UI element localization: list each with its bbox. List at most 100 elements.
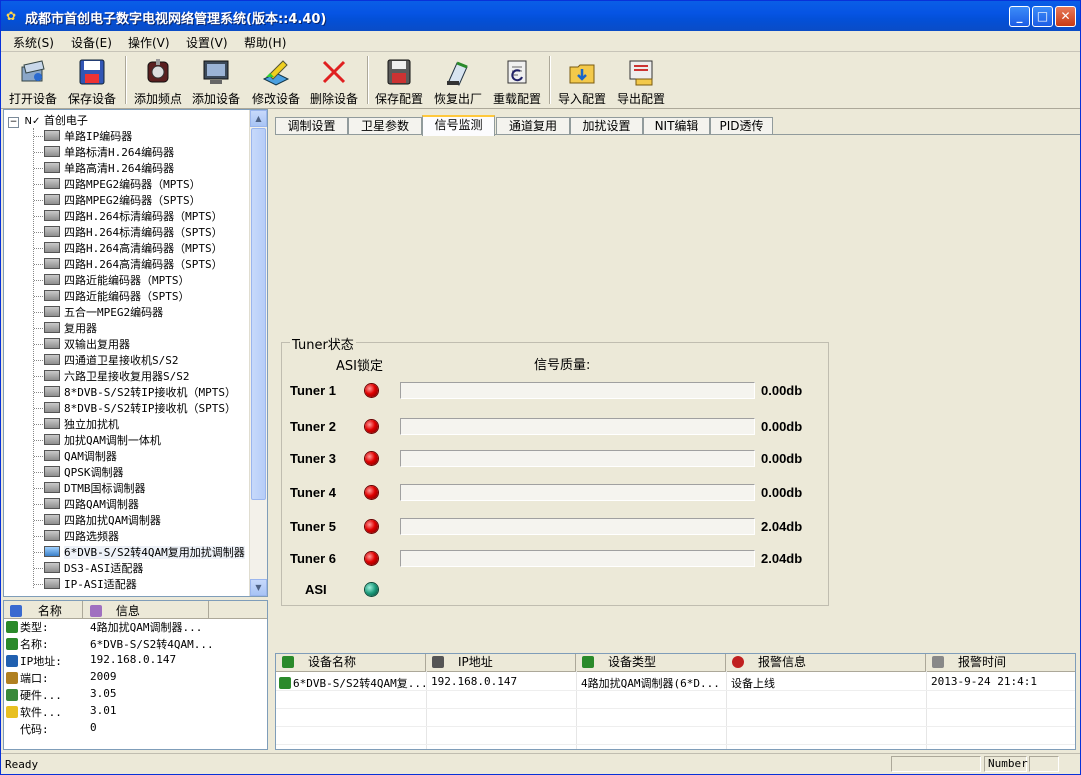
device-icon bbox=[44, 130, 60, 141]
alarm-col-ip[interactable]: IP地址 bbox=[426, 654, 576, 671]
alarm-row[interactable]: 6*DVB-S/S2转4QAM复... 192.168.0.147 4路加扰QA… bbox=[276, 673, 1075, 691]
tree-item[interactable]: QPSK调制器 bbox=[44, 464, 124, 480]
tree-item[interactable]: 四路近能编码器（SPTS） bbox=[44, 288, 190, 304]
device-icon bbox=[44, 482, 60, 493]
alarm-col-device-type[interactable]: 设备类型 bbox=[576, 654, 726, 671]
asi-lock-header: ASI锁定 bbox=[336, 359, 383, 374]
tree-item-label: 四路H.264标清编码器（SPTS） bbox=[64, 226, 223, 239]
tree-item[interactable]: 单路高清H.264编码器 bbox=[44, 160, 174, 176]
tree-item[interactable]: 四路H.264标清编码器（MPTS） bbox=[44, 208, 223, 224]
alarm-col-alarm-info[interactable]: 报警信息 bbox=[726, 654, 926, 671]
menu-device[interactable]: 设备(E) bbox=[71, 34, 112, 51]
tree-item[interactable]: 8*DVB-S/S2转IP接收机（SPTS） bbox=[44, 400, 236, 416]
tree-item[interactable]: 单路标清H.264编码器 bbox=[44, 144, 174, 160]
signal-db-value: 0.00db bbox=[761, 451, 803, 466]
edit-device-button[interactable]: 修改设备 bbox=[247, 54, 305, 106]
info-key: 类型: bbox=[20, 621, 49, 634]
tuner-lock-led bbox=[365, 420, 378, 433]
tree-item[interactable]: 独立加扰机 bbox=[44, 416, 119, 432]
save-device-button[interactable]: 保存设备 bbox=[63, 54, 121, 106]
reload-config-button[interactable]: 重载配置 bbox=[488, 54, 546, 106]
tuner-lock-led bbox=[365, 452, 378, 465]
menu-bar: 系统(S) 设备(E) 操作(V) 设置(V) 帮助(H) bbox=[1, 31, 1080, 52]
add-device-button[interactable]: 添加设备 bbox=[187, 54, 245, 106]
tab-modulation-settings[interactable]: 调制设置 bbox=[275, 117, 348, 135]
tree-connector bbox=[34, 440, 43, 442]
tree-item[interactable]: 加扰QAM调制一体机 bbox=[44, 432, 161, 448]
info-col-info[interactable]: 信息 bbox=[90, 602, 140, 619]
tree-item[interactable]: 四路H.264高清编码器（MPTS） bbox=[44, 240, 223, 256]
open-device-button[interactable]: 打开设备 bbox=[4, 54, 62, 106]
tree-item[interactable]: 四路MPEG2编码器（SPTS） bbox=[44, 192, 201, 208]
info-row-icon bbox=[6, 689, 18, 701]
tree-item[interactable]: 双输出复用器 bbox=[44, 336, 130, 352]
tree-item[interactable]: 四路MPEG2编码器（MPTS） bbox=[44, 176, 201, 192]
add-frequency-button[interactable]: 添加频点 bbox=[129, 54, 187, 106]
tab-scramble-settings[interactable]: 加扰设置 bbox=[570, 117, 643, 135]
device-tree[interactable]: − N✓ 首创电子 单路IP编码器 单路标清H.264编码器 单路高清H.264编码… bbox=[3, 109, 268, 597]
tree-item[interactable]: 四路加扰QAM调制器 bbox=[44, 512, 161, 528]
menu-help[interactable]: 帮助(H) bbox=[244, 34, 286, 51]
info-row: 名称: 6*DVB-S/S2转4QAM... bbox=[6, 636, 264, 653]
tree-item[interactable]: 四路H.264高清编码器（SPTS） bbox=[44, 256, 223, 272]
device-icon bbox=[44, 546, 60, 557]
tree-item[interactable]: 复用器 bbox=[44, 320, 97, 336]
tree-item[interactable]: QAM调制器 bbox=[44, 448, 117, 464]
delete-device-button[interactable]: 删除设备 bbox=[305, 54, 363, 106]
tree-root[interactable]: − N✓ 首创电子 bbox=[8, 112, 88, 128]
tree-item[interactable]: 四通道卫星接收机S/S2 bbox=[44, 352, 179, 368]
tree-connector bbox=[34, 408, 43, 410]
tree-item[interactable]: 四路近能编码器（MPTS） bbox=[44, 272, 190, 288]
import-config-button[interactable]: 导入配置 bbox=[553, 54, 611, 106]
tree-item[interactable]: DS3-ASI适配器 bbox=[44, 560, 143, 576]
alarm-cell-device-type: 4路加扰QAM调制器(6*D... bbox=[581, 677, 720, 690]
alarm-list[interactable]: 设备名称 IP地址 设备类型 报警信息 报警时间 6*DVB-S/S2转4QAM… bbox=[275, 653, 1076, 750]
export-config-button[interactable]: 导出配置 bbox=[612, 54, 670, 106]
device-icon bbox=[44, 290, 60, 301]
scroll-down-button[interactable]: ▼ bbox=[250, 579, 267, 596]
scroll-thumb[interactable] bbox=[251, 128, 266, 500]
tab-signal-monitor[interactable]: 信号监测 bbox=[422, 115, 495, 136]
tab-nit-edit[interactable]: NIT编辑 bbox=[643, 117, 710, 135]
minimize-button[interactable]: _ bbox=[1009, 6, 1030, 27]
close-button[interactable]: ✕ bbox=[1055, 6, 1076, 27]
tree-connector bbox=[34, 216, 43, 218]
tree-connector bbox=[34, 536, 43, 538]
tab-satellite-params[interactable]: 卫星参数 bbox=[348, 117, 422, 135]
tree-item[interactable]: 四路选频器 bbox=[44, 528, 119, 544]
title-bar[interactable]: ✿ 成都市首创电子数字电视网络管理系统(版本::4.40) _ □ ✕ bbox=[1, 1, 1080, 31]
info-row: 硬件... 3.05 bbox=[6, 687, 264, 704]
tree-item[interactable]: 六路卫星接收复用器S/S2 bbox=[44, 368, 190, 384]
scroll-up-button[interactable]: ▲ bbox=[250, 110, 267, 127]
tuner-status-title: Tuner状态 bbox=[290, 334, 356, 353]
maximize-button[interactable]: □ bbox=[1032, 6, 1053, 27]
tab-channel-mux[interactable]: 通道复用 bbox=[496, 117, 570, 135]
tree-item[interactable]: 单路IP编码器 bbox=[44, 128, 132, 144]
tree-item[interactable]: DTMB国标调制器 bbox=[44, 480, 146, 496]
save-config-button[interactable]: 保存配置 bbox=[370, 54, 428, 106]
alarm-col-alarm-time[interactable]: 报警时间 bbox=[926, 654, 1075, 671]
tree-item[interactable]: 8*DVB-S/S2转IP接收机（MPTS） bbox=[44, 384, 236, 400]
tree-scrollbar[interactable]: ▲ ▼ bbox=[249, 110, 267, 596]
info-col-name[interactable]: 名称 bbox=[10, 602, 62, 619]
tuner-label: Tuner 3 bbox=[290, 451, 336, 466]
menu-system[interactable]: 系统(S) bbox=[13, 34, 54, 51]
info-row-icon bbox=[6, 655, 18, 667]
tree-item[interactable]: IP-ASI适配器 bbox=[44, 576, 137, 592]
menu-operation[interactable]: 操作(V) bbox=[128, 34, 170, 51]
alarm-col-device-name[interactable]: 设备名称 bbox=[276, 654, 426, 671]
factory-reset-button[interactable]: 恢复出厂 bbox=[429, 54, 487, 106]
device-icon bbox=[44, 354, 60, 365]
device-icon bbox=[44, 466, 60, 477]
tree-connector bbox=[34, 232, 43, 234]
tuner-lock-led bbox=[365, 486, 378, 499]
tree-item[interactable]: 四路H.264标清编码器（SPTS） bbox=[44, 224, 223, 240]
tab-pid-passthrough[interactable]: PID透传 bbox=[710, 117, 773, 135]
menu-settings[interactable]: 设置(V) bbox=[186, 34, 228, 51]
tree-connector bbox=[34, 488, 43, 490]
tree-item[interactable]: 四路QAM调制器 bbox=[44, 496, 139, 512]
collapse-icon[interactable]: − bbox=[8, 117, 19, 128]
tree-item[interactable]: 五合一MPEG2编码器 bbox=[44, 304, 163, 320]
device-icon bbox=[44, 418, 60, 429]
tree-item[interactable]: 6*DVB-S/S2转4QAM复用加扰调制器 bbox=[44, 544, 245, 560]
